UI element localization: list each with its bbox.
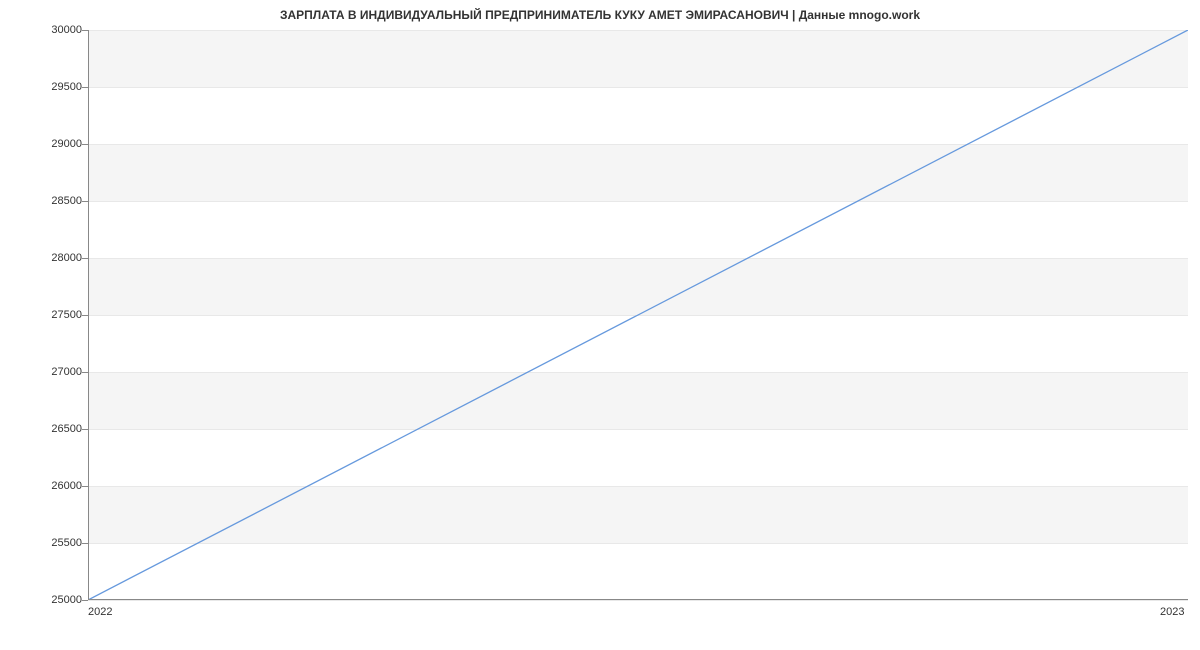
y-tick-label: 28000 (12, 252, 82, 264)
y-tick-label: 26000 (12, 480, 82, 492)
x-tick-label: 2022 (88, 606, 112, 618)
gridline (88, 600, 1188, 601)
x-tick-label: 2023 (1160, 606, 1184, 618)
data-line (88, 30, 1188, 600)
y-tick-label: 28500 (12, 195, 82, 207)
y-tick (82, 600, 88, 601)
x-axis-line (88, 599, 1188, 600)
y-axis-line (88, 30, 89, 600)
y-tick-label: 25500 (12, 537, 82, 549)
chart-title: ЗАРПЛАТА В ИНДИВИДУАЛЬНЫЙ ПРЕДПРИНИМАТЕЛ… (0, 8, 1200, 22)
plot-area (88, 30, 1188, 600)
y-tick-label: 27000 (12, 366, 82, 378)
y-tick-label: 26500 (12, 423, 82, 435)
y-tick-label: 29500 (12, 81, 82, 93)
line-layer (88, 30, 1188, 600)
y-tick-label: 25000 (12, 594, 82, 606)
y-tick-label: 30000 (12, 24, 82, 36)
y-tick-label: 27500 (12, 309, 82, 321)
y-tick-label: 29000 (12, 138, 82, 150)
